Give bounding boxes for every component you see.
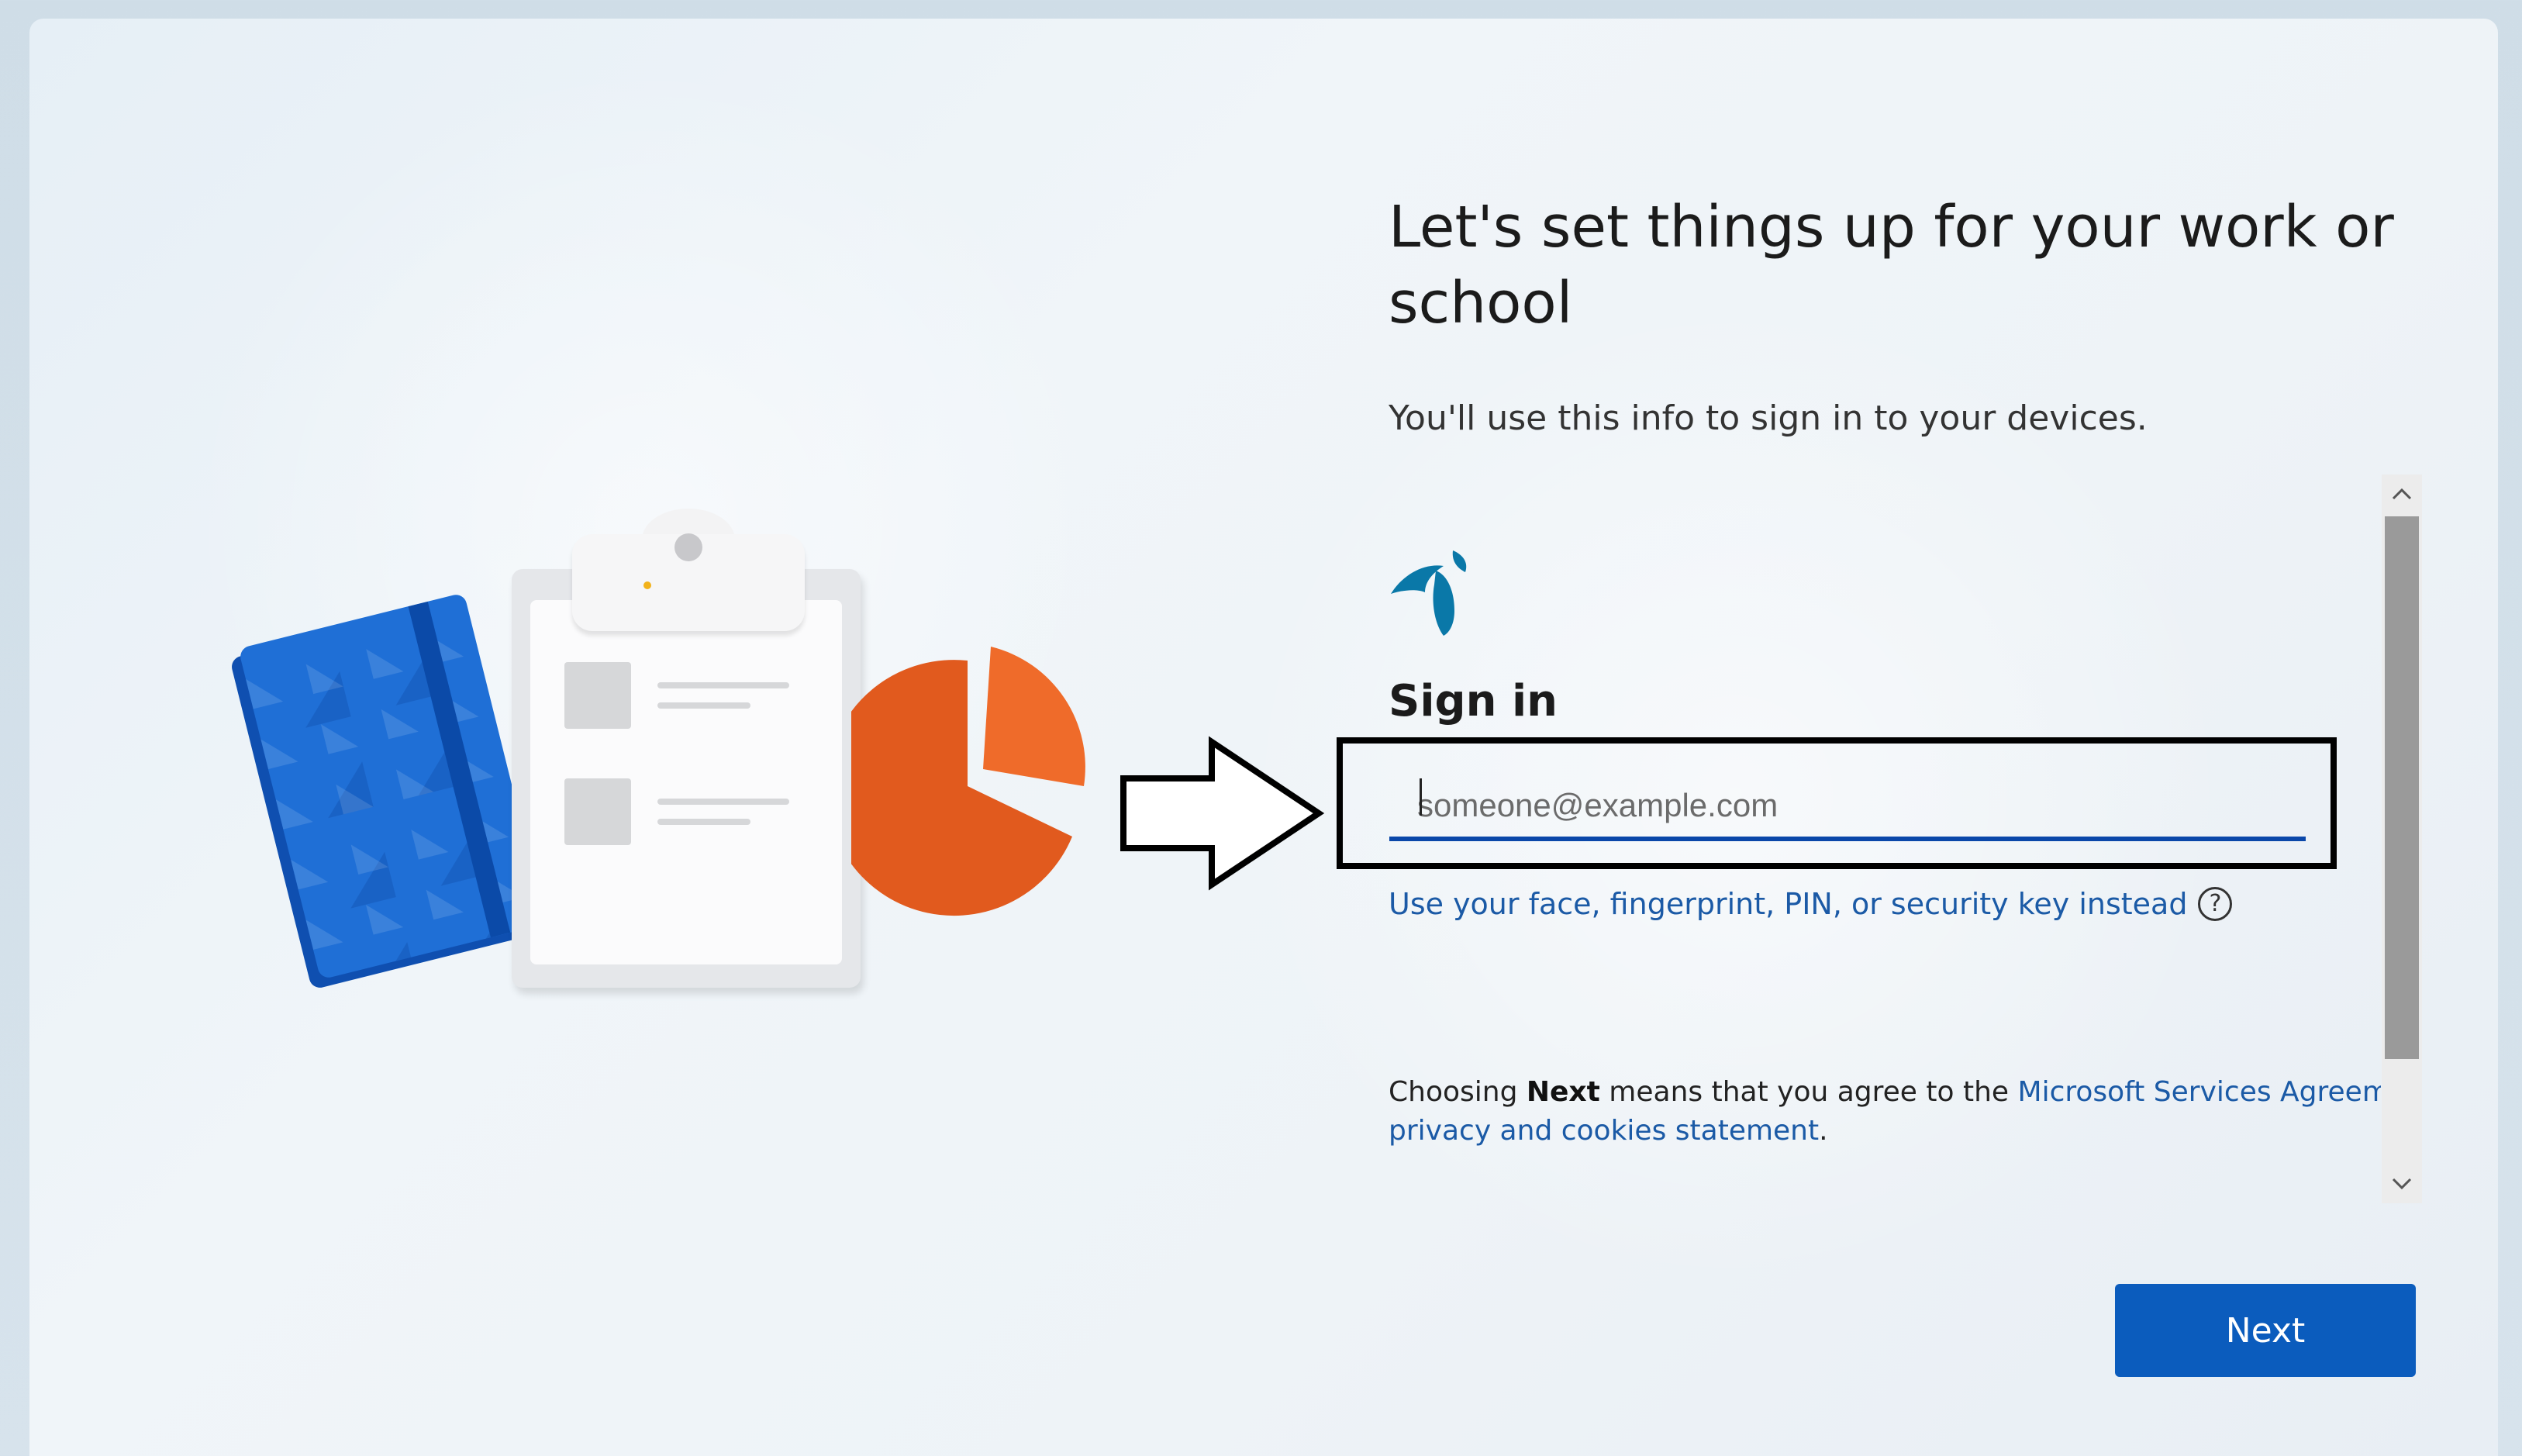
checklist-line: [657, 799, 789, 805]
checklist-box: [564, 662, 631, 729]
page-subtitle: You'll use this info to sign in to your …: [1389, 399, 2148, 438]
work-school-illustration: [29, 19, 1115, 1026]
page-title: Let's set things up for your work or sch…: [1389, 194, 2394, 336]
pointer-arrow-icon: [1120, 736, 1325, 891]
clipboard-clip-dot: [643, 581, 651, 589]
checklist-line: [657, 819, 750, 825]
email-input[interactable]: [1389, 775, 2306, 841]
organization-logo-icon: [1391, 550, 1467, 636]
scrollbar-thumb[interactable]: [2385, 516, 2419, 1059]
agreement-next-bold: Next: [1526, 1076, 1600, 1108]
privacy-statement-link[interactable]: privacy and cookies statement: [1389, 1115, 1819, 1147]
checklist-box: [564, 778, 631, 845]
pie-slice-small: [983, 647, 1085, 786]
agreement-prefix: Choosing: [1389, 1076, 1527, 1108]
content-scrollbar[interactable]: [2382, 474, 2422, 1203]
agreement-suffix: .: [1819, 1115, 1828, 1147]
notebook-illustration: [238, 592, 547, 980]
text-caret: [1420, 778, 1422, 816]
clipboard-clip-hole: [674, 533, 702, 561]
help-icon[interactable]: ?: [2198, 887, 2233, 921]
clipboard-illustration: [512, 569, 861, 988]
chevron-up-icon[interactable]: [2382, 474, 2422, 513]
signin-heading: Sign in: [1389, 676, 1558, 726]
checklist-line: [657, 702, 750, 709]
alt-signin-link[interactable]: Use your face, fingerprint, PIN, or secu…: [1389, 887, 2233, 921]
next-button[interactable]: Next: [2115, 1284, 2416, 1377]
agreement-middle: means that you agree to the: [1599, 1076, 2018, 1108]
alt-signin-label: Use your face, fingerprint, PIN, or secu…: [1389, 887, 2188, 921]
checklist-line: [657, 682, 789, 688]
pie-chart-illustration: [851, 647, 1085, 916]
agreement-text: Choosing Next means that you agree to th…: [1389, 1073, 2381, 1151]
oobe-window: Let's set things up for your work or sch…: [29, 19, 2498, 1456]
chevron-down-icon[interactable]: [2382, 1164, 2422, 1203]
services-agreement-link[interactable]: Microsoft Services Agreement: [2018, 1076, 2381, 1108]
